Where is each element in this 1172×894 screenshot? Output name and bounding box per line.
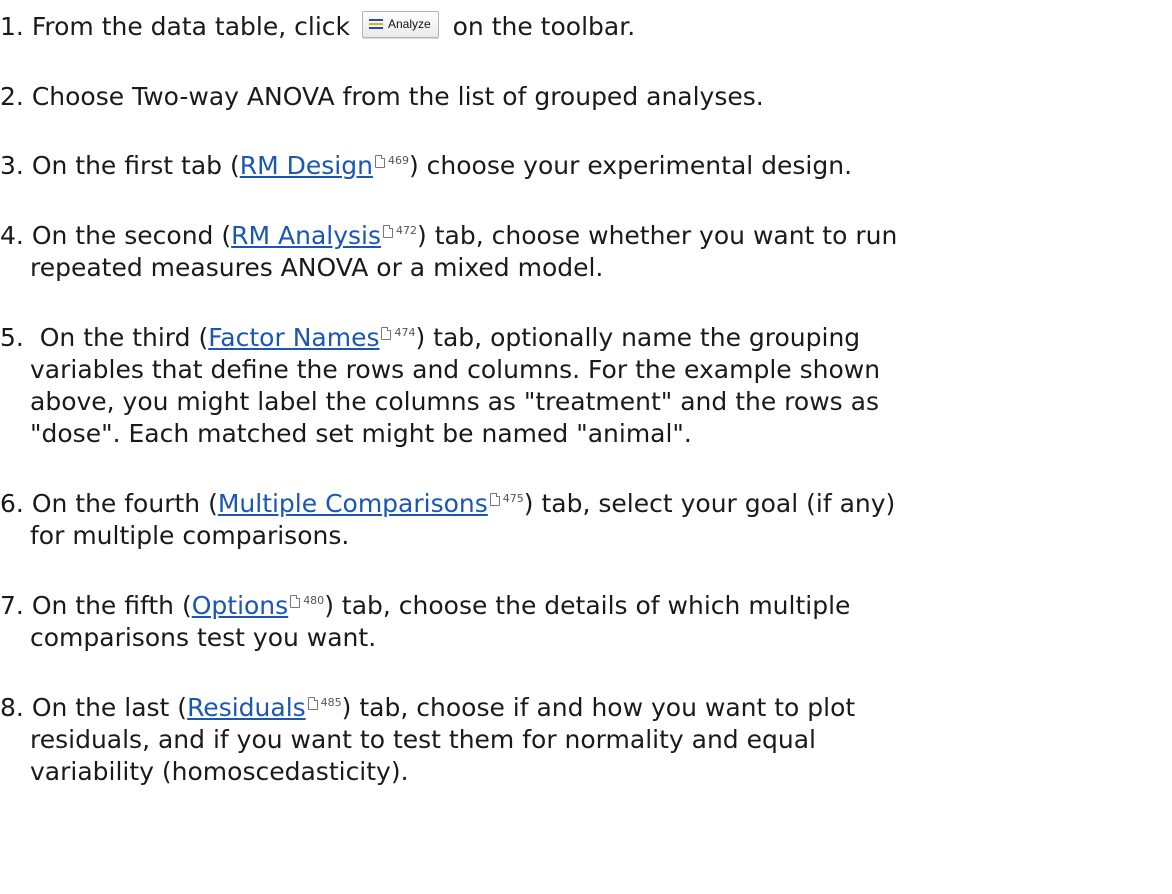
step-text-after: ) tab, select your goal (if any)	[523, 489, 896, 518]
step-text-before: On the second (	[31, 221, 232, 250]
step-1: 1. From the data table, click Analyze on…	[0, 10, 1172, 43]
analyze-button-label: Analyze	[387, 17, 431, 31]
step-number: 6.	[0, 489, 24, 518]
step-number: 4.	[0, 221, 24, 250]
step-continuation: residuals, and if you want to test them …	[30, 725, 816, 754]
step-number: 5.	[0, 323, 24, 352]
step-text-after: on the toolbar.	[452, 12, 636, 41]
step-text-after: ) tab, choose whether you want to run	[417, 221, 898, 250]
step-text-before: From the data table, click	[31, 12, 351, 41]
residuals-link[interactable]: Residuals	[187, 693, 306, 722]
page-icon	[374, 154, 385, 168]
step-4: 4. On the second (RM Analysis 472) tab, c…	[0, 220, 1172, 284]
page-icon	[381, 326, 392, 340]
page-ref-number: 485	[320, 696, 342, 709]
page-icon	[290, 594, 301, 608]
page-ref-number: 472	[396, 224, 418, 237]
step-continuation: variability (homoscedasticity).	[30, 757, 409, 786]
step-continuation: above, you might label the columns as "t…	[30, 387, 879, 416]
page-icon	[489, 492, 500, 506]
analyze-toolbar-button[interactable]: Analyze	[361, 10, 439, 38]
step-7: 7. On the fifth (Options 480) tab, choose…	[0, 590, 1172, 654]
rm-design-link[interactable]: RM Design	[240, 151, 373, 180]
step-continuation: comparisons test you want.	[30, 623, 377, 652]
page-ref-number: 475	[502, 492, 524, 505]
page-ref: 469	[374, 154, 409, 168]
step-text-before: On the last (	[31, 693, 188, 722]
step-continuation: for multiple comparisons.	[30, 521, 350, 550]
page-icon	[383, 224, 394, 238]
step-5: 5. On the third (Factor Names 474) tab, o…	[0, 322, 1172, 450]
step-text-before: On the fifth (	[31, 591, 192, 620]
page-icon	[307, 696, 318, 710]
options-link[interactable]: Options	[192, 591, 288, 620]
multiple-comparisons-link[interactable]: Multiple Comparisons	[218, 489, 488, 518]
step-8: 8. On the last (Residuals 485) tab, choos…	[0, 692, 1172, 788]
rm-analysis-link[interactable]: RM Analysis	[231, 221, 381, 250]
page-ref-number: 474	[394, 326, 416, 339]
page-ref: 472	[383, 224, 418, 238]
page-ref: 485	[307, 696, 342, 710]
page-ref: 475	[489, 492, 524, 506]
step-number: 1.	[0, 12, 24, 41]
step-6: 6. On the fourth (Multiple Comparisons 47…	[0, 488, 1172, 552]
step-text-before: On the fourth (	[31, 489, 218, 518]
factor-names-link[interactable]: Factor Names	[208, 323, 379, 352]
step-text: Choose Two-way ANOVA from the list of gr…	[31, 82, 764, 111]
analyze-icon	[368, 19, 383, 29]
step-continuation: variables that define the rows and colum…	[30, 355, 881, 384]
page-ref-number: 480	[303, 594, 325, 607]
step-text-before: On the first tab (	[31, 151, 240, 180]
step-text-after: ) choose your experimental design.	[408, 151, 853, 180]
page-ref: 480	[290, 594, 325, 608]
step-number: 2.	[0, 82, 24, 111]
step-number: 7.	[0, 591, 24, 620]
step-number: 3.	[0, 151, 24, 180]
page-ref: 474	[381, 326, 416, 340]
step-2: 2. Choose Two-way ANOVA from the list of…	[0, 81, 1172, 113]
step-number: 8.	[0, 693, 24, 722]
step-continuation: "dose". Each matched set might be named …	[30, 419, 692, 448]
step-3: 3. On the first tab (RM Design 469) choos…	[0, 150, 1172, 182]
step-text-before: On the third (	[31, 323, 209, 352]
step-continuation: repeated measures ANOVA or a mixed model…	[30, 253, 604, 282]
page-ref-number: 469	[387, 154, 409, 167]
step-text-after: ) tab, choose the details of which multi…	[324, 591, 851, 620]
step-text-after: ) tab, optionally name the grouping	[415, 323, 861, 352]
step-text-after: ) tab, choose if and how you want to plo…	[341, 693, 856, 722]
